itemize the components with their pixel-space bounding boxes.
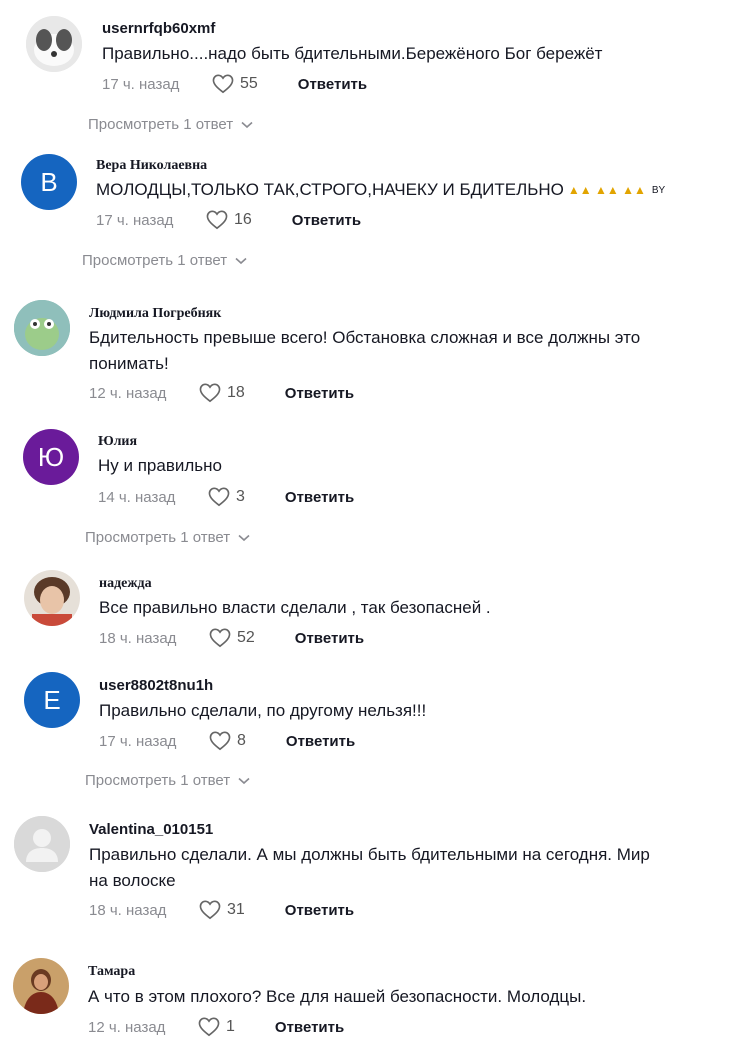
comment-text: Ну и правильно [98,456,222,475]
chevron-down-icon [238,777,250,784]
praying-hands-icon: ▲▲ ▲▲ ▲▲ [567,183,646,198]
view-replies-label: Просмотреть 1 ответ [85,772,231,789]
heart-outline-icon [208,487,230,507]
comment-meta: 17 ч. назад 8 Ответить [99,729,355,753]
heart-outline-icon [209,628,231,648]
avatar[interactable] [13,958,69,1014]
comment-username[interactable]: Юлия [98,434,137,450]
comment-username[interactable]: надежда [99,576,152,592]
comment-text: МОЛОДЦЫ,ТОЛЬКО ТАК,СТРОГО,НАЧЕКУ И БДИТЕ… [96,176,665,204]
comment-username[interactable]: Valentina_010151 [89,821,213,838]
chevron-down-icon [235,257,247,264]
avatar-letter: E [43,684,61,715]
avatar[interactable] [14,816,70,872]
comment-username[interactable]: user8802t8nu1h [99,677,213,694]
comment-text: Бдительность превыше всего! Обстановка с… [89,328,641,347]
view-replies-button[interactable]: Просмотреть 1 ответ [88,116,253,133]
reply-button[interactable]: Ответить [298,76,367,93]
chevron-down-icon [241,121,253,128]
reply-button[interactable]: Ответить [285,902,354,919]
avatar[interactable]: E [24,672,80,728]
comment-time: 12 ч. назад [89,384,167,402]
comment-time: 17 ч. назад [102,75,180,93]
comment-meta: 12 ч. назад 1 Ответить [88,1015,344,1039]
like-button[interactable]: 16 [206,210,252,230]
comment-username[interactable]: Тамара [88,964,135,980]
avatar[interactable] [24,570,80,626]
reply-button[interactable]: Ответить [285,489,354,506]
view-replies-label: Просмотреть 1 ответ [82,252,228,269]
avatar-letter: Ю [37,441,65,472]
view-replies-label: Просмотреть 1 ответ [88,116,234,133]
view-replies-button[interactable]: Просмотреть 1 ответ [85,772,250,789]
comment-text: на волоске [89,871,176,890]
heart-outline-icon [206,210,228,230]
like-button[interactable]: 1 [198,1017,235,1037]
comment-time: 14 ч. назад [98,488,176,506]
avatar[interactable]: Ю [23,429,79,485]
comment-text: Правильно сделали, по другому нельзя!!! [99,701,427,720]
comment-text: Правильно....надо быть бдительными.Береж… [102,44,603,63]
like-count: 55 [240,75,258,92]
comment-time: 17 ч. назад [99,732,177,750]
reply-button[interactable]: Ответить [295,630,364,647]
view-replies-button[interactable]: Просмотреть 1 ответ [82,252,247,269]
like-button[interactable]: 52 [209,628,255,648]
comment-username[interactable]: Вера Николаевна [96,158,207,174]
comment-time: 18 ч. назад [99,629,177,647]
comment-meta: 12 ч. назад 18 Ответить [89,381,354,405]
like-count: 16 [234,211,252,228]
avatar[interactable] [26,16,82,72]
reply-button[interactable]: Ответить [275,1019,344,1036]
comment-meta: 17 ч. назад 55 Ответить [102,72,367,96]
heart-outline-icon [199,383,221,403]
view-replies-button[interactable]: Просмотреть 1 ответ [85,529,250,546]
avatar[interactable]: B [21,154,77,210]
default-avatar-icon [14,816,70,872]
comment-text: Все правильно власти сделали , так безоп… [99,598,491,617]
avatar-letter: B [40,166,58,197]
like-count: 1 [226,1018,235,1035]
comment-meta: 18 ч. назад 31 Ответить [89,898,354,922]
like-count: 3 [236,488,245,505]
heart-outline-icon [212,74,234,94]
reply-button[interactable]: Ответить [292,212,361,229]
like-button[interactable]: 55 [212,74,258,94]
heart-outline-icon [198,1017,220,1037]
like-count: 31 [227,901,245,918]
chevron-down-icon [238,534,250,541]
comment-time: 12 ч. назад [88,1018,166,1036]
comment-text: Правильно сделали. А мы должны быть бдит… [89,845,650,864]
comment-text-suffix: BY [651,185,666,197]
reply-button[interactable]: Ответить [286,733,355,750]
comment-username[interactable]: Людмила Погребняк [89,306,221,322]
comment-text: А что в этом плохого? Все для нашей безо… [88,987,587,1006]
like-button[interactable]: 8 [209,731,246,751]
like-count: 18 [227,384,245,401]
comment-time: 17 ч. назад [96,211,174,229]
avatar[interactable] [14,300,70,356]
comment-meta: 14 ч. назад 3 Ответить [98,485,354,509]
view-replies-label: Просмотреть 1 ответ [85,529,231,546]
like-count: 52 [237,629,255,646]
comment-time: 18 ч. назад [89,901,167,919]
heart-outline-icon [209,731,231,751]
like-count: 8 [237,732,246,749]
comment-username[interactable]: usernrfqb60xmf [102,20,215,37]
reply-button[interactable]: Ответить [285,385,354,402]
comment-meta: 18 ч. назад 52 Ответить [99,626,364,650]
like-button[interactable]: 31 [199,900,245,920]
like-button[interactable]: 3 [208,487,245,507]
comment-text: понимать! [89,354,169,373]
comment-meta: 17 ч. назад 16 Ответить [96,208,361,232]
heart-outline-icon [199,900,221,920]
like-button[interactable]: 18 [199,383,245,403]
